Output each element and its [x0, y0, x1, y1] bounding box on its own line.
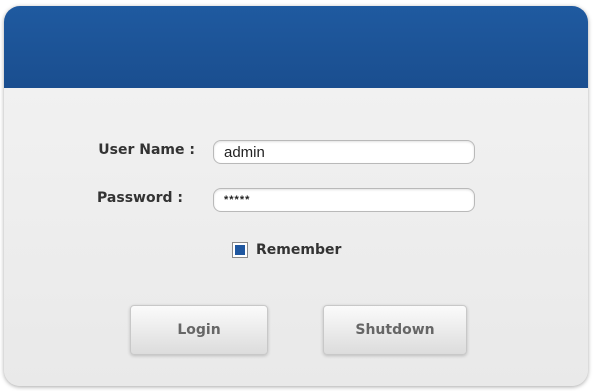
- shutdown-button[interactable]: Shutdown: [323, 305, 467, 355]
- header-bar: [4, 6, 588, 88]
- username-label: User Name :: [98, 142, 195, 158]
- password-input[interactable]: [213, 188, 475, 212]
- remember-label: Remember: [256, 242, 342, 258]
- remember-checkbox[interactable]: [232, 242, 248, 258]
- remember-row[interactable]: Remember: [232, 240, 341, 260]
- username-input[interactable]: [213, 140, 475, 164]
- login-form: [4, 88, 588, 386]
- password-label: Password :: [97, 190, 183, 206]
- login-button[interactable]: Login: [130, 305, 268, 355]
- checkbox-checked-indicator: [235, 245, 245, 255]
